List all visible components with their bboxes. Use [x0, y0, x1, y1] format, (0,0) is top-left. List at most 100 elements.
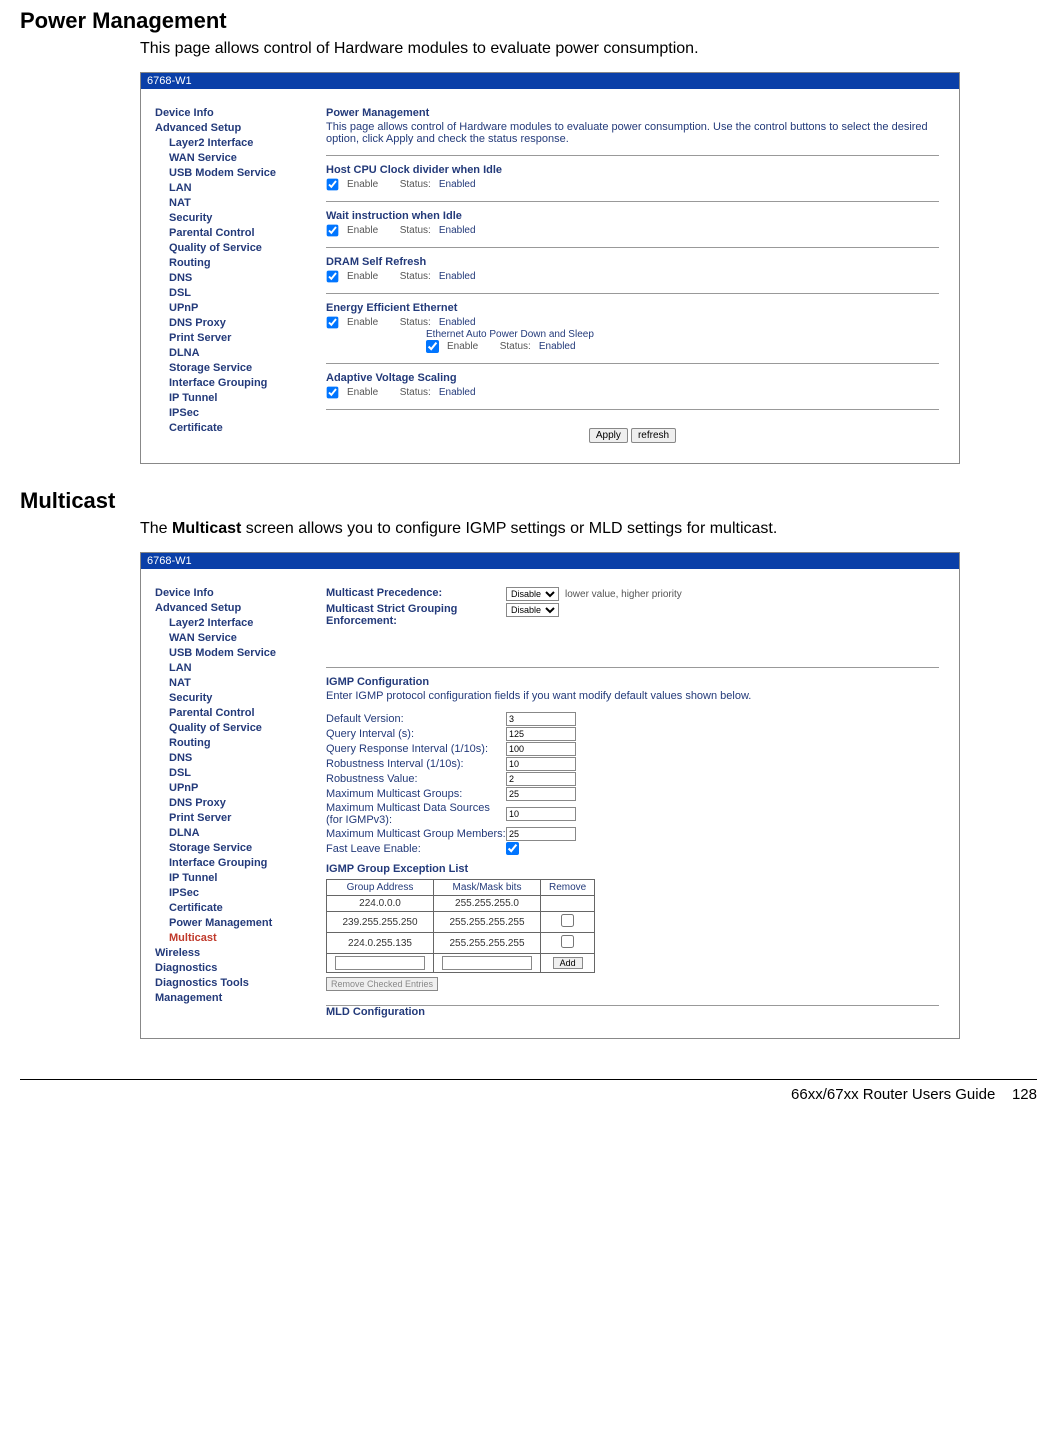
pm-enable-checkbox[interactable] — [327, 271, 339, 283]
sidebar-item-routing[interactable]: Routing — [169, 737, 308, 749]
sidebar-item-advanced-setup[interactable]: Advanced Setup — [155, 122, 308, 134]
sidebar-item-dns-proxy[interactable]: DNS Proxy — [169, 317, 308, 329]
sidebar-item-dlna[interactable]: DLNA — [169, 827, 308, 839]
sidebar-item-ip-tunnel[interactable]: IP Tunnel — [169, 872, 308, 884]
igmp-field-input[interactable] — [506, 807, 576, 821]
sidebar-item-diagnostics-tools[interactable]: Diagnostics Tools — [155, 977, 308, 989]
sidebar-item-layer2-interface[interactable]: Layer2 Interface — [169, 617, 308, 629]
section-heading-multicast: Multicast — [20, 488, 1037, 514]
footer-page-number: 128 — [1012, 1086, 1037, 1103]
sidebar-item-print-server[interactable]: Print Server — [169, 812, 308, 824]
sidebar-item-ipsec[interactable]: IPSec — [169, 407, 308, 419]
sidebar-item-dns-proxy[interactable]: DNS Proxy — [169, 797, 308, 809]
sidebar-item-interface-grouping[interactable]: Interface Grouping — [169, 377, 308, 389]
section-desc-power-management: This page allows control of Hardware mod… — [140, 40, 1037, 58]
sidebar-item-parental-control[interactable]: Parental Control — [169, 227, 308, 239]
pm-enable-checkbox[interactable] — [327, 179, 339, 191]
igmp-field-input[interactable] — [506, 712, 576, 726]
content-multicast: Multicast Precedence: Disable lower valu… — [316, 569, 959, 1038]
sidebar-item-multicast[interactable]: Multicast — [169, 932, 308, 944]
cell-remove — [541, 933, 595, 954]
igmp-field-input[interactable] — [506, 772, 576, 786]
sidebar-item-dns[interactable]: DNS — [169, 752, 308, 764]
sidebar-item-quality-of-service[interactable]: Quality of Service — [169, 722, 308, 734]
sidebar-item-wan-service[interactable]: WAN Service — [169, 152, 308, 164]
input-group-address[interactable] — [335, 956, 425, 970]
igmp-field-label: Default Version: — [326, 713, 506, 725]
sidebar-item-diagnostics[interactable]: Diagnostics — [155, 962, 308, 974]
desc-pre: The — [140, 520, 172, 537]
sidebar-item-quality-of-service[interactable]: Quality of Service — [169, 242, 308, 254]
sidebar-item-dsl[interactable]: DSL — [169, 767, 308, 779]
sidebar-item-interface-grouping[interactable]: Interface Grouping — [169, 857, 308, 869]
igmp-field-input[interactable] — [506, 742, 576, 756]
sidebar-item-power-management[interactable]: Power Management — [169, 917, 308, 929]
table-row: 239.255.255.250255.255.255.255 — [327, 912, 595, 933]
window-title: 6768-W1 — [141, 73, 959, 89]
sidebar-item-advanced-setup[interactable]: Advanced Setup — [155, 602, 308, 614]
sidebar-item-print-server[interactable]: Print Server — [169, 332, 308, 344]
heading-igmp-config: IGMP Configuration — [326, 676, 939, 688]
sidebar-item-dlna[interactable]: DLNA — [169, 347, 308, 359]
sidebar-item-usb-modem-service[interactable]: USB Modem Service — [169, 167, 308, 179]
igmp-field-input[interactable] — [506, 757, 576, 771]
pm-enable-label: Enable — [347, 179, 378, 190]
divider — [326, 155, 939, 156]
content-heading: Power Management — [326, 107, 939, 119]
pm-block-heading: Wait instruction when Idle — [326, 210, 939, 222]
desc-post: screen allows you to configure IGMP sett… — [241, 520, 777, 537]
remove-checkbox[interactable] — [561, 935, 574, 948]
igmp-field-input[interactable] — [506, 827, 576, 841]
igmp-field-label: Robustness Value: — [326, 773, 506, 785]
pm-status-value: Enabled — [439, 225, 476, 236]
sidebar-item-ip-tunnel[interactable]: IP Tunnel — [169, 392, 308, 404]
sidebar-item-lan[interactable]: LAN — [169, 662, 308, 674]
remove-checkbox[interactable] — [561, 914, 574, 927]
pm-status-value: Enabled — [539, 341, 576, 352]
sidebar-item-usb-modem-service[interactable]: USB Modem Service — [169, 647, 308, 659]
divider — [326, 667, 939, 668]
pm-enable-checkbox[interactable] — [327, 225, 339, 237]
pm-enable-label: Enable — [347, 271, 378, 282]
sidebar-item-nat[interactable]: NAT — [169, 677, 308, 689]
pm-enable-checkbox[interactable] — [327, 387, 339, 399]
sidebar-item-device-info[interactable]: Device Info — [155, 587, 308, 599]
add-button[interactable]: Add — [553, 957, 583, 969]
pm-enable-checkbox[interactable] — [327, 317, 339, 329]
sidebar-item-routing[interactable]: Routing — [169, 257, 308, 269]
table-row: 224.0.255.135255.255.255.255 — [327, 933, 595, 954]
sidebar-item-wan-service[interactable]: WAN Service — [169, 632, 308, 644]
sidebar-item-upnp[interactable]: UPnP — [169, 782, 308, 794]
sidebar-item-certificate[interactable]: Certificate — [169, 422, 308, 434]
pm-eee-sub-checkbox[interactable] — [426, 340, 439, 353]
select-multicast-precedence[interactable]: Disable — [506, 587, 559, 601]
sidebar-item-certificate[interactable]: Certificate — [169, 902, 308, 914]
select-strict-grouping[interactable]: Disable — [506, 603, 559, 617]
sidebar-item-upnp[interactable]: UPnP — [169, 302, 308, 314]
sidebar-item-device-info[interactable]: Device Info — [155, 107, 308, 119]
sidebar-item-dns[interactable]: DNS — [169, 272, 308, 284]
sidebar-item-layer2-interface[interactable]: Layer2 Interface — [169, 137, 308, 149]
input-mask[interactable] — [442, 956, 532, 970]
pm-block-heading: Host CPU Clock divider when Idle — [326, 164, 939, 176]
sidebar-item-ipsec[interactable]: IPSec — [169, 887, 308, 899]
sidebar-item-lan[interactable]: LAN — [169, 182, 308, 194]
sidebar-item-security[interactable]: Security — [169, 692, 308, 704]
sidebar-item-storage-service[interactable]: Storage Service — [169, 842, 308, 854]
sidebar-item-security[interactable]: Security — [169, 212, 308, 224]
igmp-field-input[interactable] — [506, 787, 576, 801]
sidebar-item-wireless[interactable]: Wireless — [155, 947, 308, 959]
apply-button[interactable]: Apply — [589, 428, 628, 443]
sidebar-item-parental-control[interactable]: Parental Control — [169, 707, 308, 719]
checkbox-fast-leave[interactable] — [506, 842, 519, 855]
sidebar-item-dsl[interactable]: DSL — [169, 287, 308, 299]
sidebar-item-management[interactable]: Management — [155, 992, 308, 1004]
sidebar-item-nat[interactable]: NAT — [169, 197, 308, 209]
hint-precedence: lower value, higher priority — [565, 589, 682, 600]
igmp-field-input[interactable] — [506, 727, 576, 741]
table-header-cell: Remove — [541, 880, 595, 896]
remove-checked-button[interactable]: Remove Checked Entries — [326, 977, 438, 991]
sidebar-item-storage-service[interactable]: Storage Service — [169, 362, 308, 374]
refresh-button[interactable]: refresh — [631, 428, 676, 443]
label-fast-leave: Fast Leave Enable: — [326, 843, 506, 855]
